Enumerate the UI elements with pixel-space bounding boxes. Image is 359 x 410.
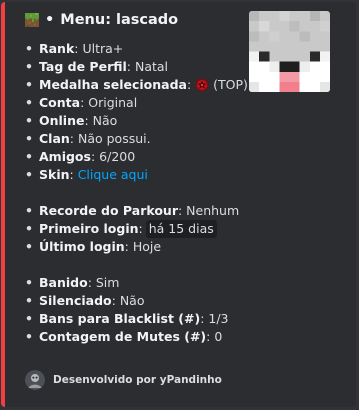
field-label: Skin (39, 167, 70, 182)
timestamp-chip[interactable]: há 15 dias (145, 220, 217, 238)
field-colon: : (87, 275, 96, 290)
field-account: • Conta: Original (25, 94, 348, 112)
field-first-login: • Primeiro login: há 15 dias (25, 220, 348, 238)
bullet: • (25, 311, 33, 326)
field-label: Silenciado (39, 293, 112, 308)
bullet: • (25, 221, 33, 236)
bullet: • (25, 329, 33, 344)
field-value: Não possui. (77, 131, 151, 146)
field-colon: : (69, 131, 78, 146)
field-value: Não (92, 113, 118, 128)
bullet: • (25, 113, 33, 128)
bullet: • (25, 149, 33, 164)
field-label: Recorde do Parkour (39, 203, 178, 218)
bullet: • (25, 275, 33, 290)
field-label: Conta (39, 95, 81, 110)
bullet: • (25, 203, 33, 218)
field-value: Não (119, 293, 145, 308)
field-value: Hoje (132, 239, 162, 254)
embed-body: • Menu: lascado • Rank: Ultra+ • Tag de… (5, 2, 356, 407)
field-clan: • Clan: Não possui. (25, 130, 348, 148)
field-colon: : (177, 203, 187, 218)
field-label: Amigos (39, 149, 91, 164)
bullet: • (25, 59, 33, 74)
field-label: Último login (39, 239, 125, 254)
bullet: • (25, 95, 33, 110)
field-banned: • Banido: Sim (25, 274, 348, 292)
footer-text: Desenvolvido por yPandinho (53, 374, 222, 386)
field-profile-tag: • Tag de Perfil: Natal (25, 58, 348, 76)
field-label: Online (39, 113, 85, 128)
field-selected-medal: • Medalha selecionada: (TOP) (25, 76, 348, 94)
field-label: Medalha selecionada (39, 77, 187, 92)
field-value: 6/200 (99, 149, 136, 164)
skin-link[interactable]: Clique aqui (78, 166, 148, 184)
field-online: • Online: Não (25, 112, 348, 130)
field-colon: : (84, 113, 93, 128)
field-colon: : (69, 167, 78, 182)
profile-fields: • Rank: Ultra+ • Tag de Perfil: Natal • Med… (25, 40, 348, 346)
bullet: • (25, 293, 33, 308)
bullet: • (25, 239, 33, 254)
grass-block-icon (25, 13, 39, 27)
field-colon: : (80, 95, 89, 110)
field-colon: : (126, 59, 135, 74)
field-colon: : (200, 311, 209, 326)
field-value: Nenhum (186, 203, 240, 218)
bullet: • (25, 41, 33, 56)
field-colon: : (74, 41, 83, 56)
field-last-login: • Último login: Hoje (25, 238, 348, 256)
field-skin: • Skin: Clique aqui (25, 166, 348, 184)
field-label: Primeiro login (39, 221, 139, 236)
field-friends: • Amigos: 6/200 (25, 148, 348, 166)
field-value: Ultra+ (82, 41, 124, 56)
field-blacklist-bans: • Bans para Blacklist (#): 1/3 (25, 310, 348, 328)
embed-card: • Menu: lascado • Rank: Ultra+ • Tag de… (1, 2, 356, 407)
title-bullet: • (45, 12, 55, 28)
field-muted: • Silenciado: Não (25, 292, 348, 310)
bullet: • (25, 167, 33, 182)
field-colon: : (111, 293, 120, 308)
field-colon: : (138, 221, 143, 236)
field-label: Rank (39, 41, 75, 56)
field-label: Bans para Blacklist (#) (39, 311, 201, 326)
developer-avatar-icon (25, 370, 45, 390)
bullet: • (25, 77, 33, 92)
red-medal-icon (195, 78, 209, 92)
embed-title-row: • Menu: lascado (25, 12, 178, 28)
field-parkour-record: • Recorde do Parkour: Nenhum (25, 202, 348, 220)
embed-title: Menu: lascado (60, 12, 179, 28)
field-value: 1/3 (208, 311, 229, 326)
field-value: (TOP) (213, 77, 248, 92)
field-colon: : (90, 149, 100, 164)
field-colon: : (206, 329, 215, 344)
field-value: 0 (214, 329, 223, 344)
field-label: Clan (39, 131, 70, 146)
field-colon: : (186, 77, 192, 92)
bullet: • (25, 131, 33, 146)
embed-footer: Desenvolvido por yPandinho (25, 370, 222, 390)
field-value: Natal (134, 59, 169, 74)
field-colon: : (124, 239, 133, 254)
field-value: Original (88, 95, 138, 110)
field-mute-count: • Contagem de Mutes (#): 0 (25, 328, 348, 346)
field-label: Contagem de Mutes (#) (39, 329, 207, 344)
field-rank: • Rank: Ultra+ (25, 40, 348, 58)
field-value: Sim (95, 275, 120, 290)
field-label: Banido (39, 275, 88, 290)
field-label: Tag de Perfil (39, 59, 127, 74)
